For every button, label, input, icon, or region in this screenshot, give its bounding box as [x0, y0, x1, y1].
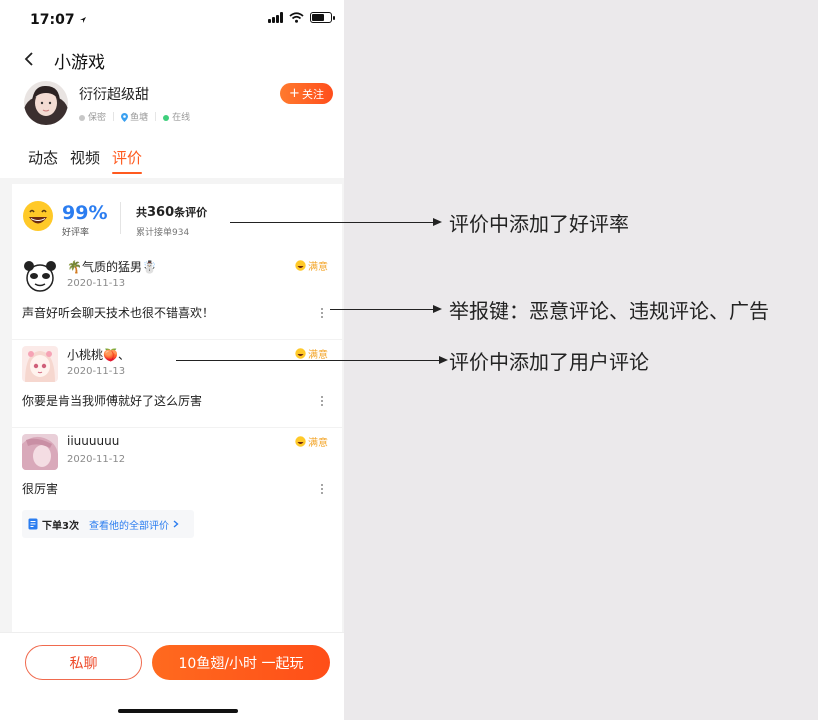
review-item: iiuuuuuu 2020-11-12 满意 很厉害 — [12, 428, 342, 516]
more-icon[interactable] — [320, 308, 324, 320]
review-date: 2020-11-12 — [67, 454, 126, 465]
annotation-arrow-icon — [433, 218, 442, 226]
reviews-panel: 99% 好评率 共360条评价 累计接单934 🌴气质的猛男☃️ 2020-11… — [12, 184, 342, 634]
annotation-line — [230, 222, 435, 223]
smile-icon — [23, 201, 53, 231]
smile-icon — [295, 348, 306, 359]
satisfied-badge: 满意 — [295, 346, 328, 361]
total-orders: 累计接单934 — [136, 228, 190, 238]
wifi-icon — [289, 12, 304, 23]
signal-icon — [268, 12, 283, 23]
gender-tag: 保密 — [79, 110, 106, 123]
profile-header: 小游戏 衍衍超级甜 保密 | 鱼塘 | 在线 + 关注 动态 视频 评价 — [0, 40, 344, 178]
plus-icon: + — [289, 86, 300, 101]
view-all-reviews-link[interactable]: 查看他的全部评价 — [89, 517, 169, 532]
annotation-line — [176, 360, 441, 361]
reviewer-avatar[interactable] — [22, 346, 58, 382]
play-together-button[interactable]: 10鱼翅/小时 一起玩 — [152, 645, 330, 680]
follow-label: 关注 — [301, 87, 324, 101]
user-avatar[interactable] — [24, 81, 68, 125]
satisfied-badge: 满意 — [295, 434, 328, 449]
chevron-right-icon — [173, 520, 179, 528]
time-text: 17:07 — [30, 12, 75, 28]
annotation-arrow-icon — [433, 305, 442, 313]
location-pin-icon — [121, 113, 129, 122]
status-time: 17:07 — [30, 12, 87, 28]
status-bar: 17:07 — [0, 0, 344, 40]
smile-icon — [295, 260, 306, 271]
annotation-arrow-icon — [439, 356, 448, 364]
user-meta: 保密 | 鱼塘 | 在线 — [79, 110, 190, 123]
home-indicator — [118, 709, 238, 713]
location-tag: 鱼塘 — [121, 110, 148, 123]
private-chat-button[interactable]: 私聊 — [25, 645, 142, 680]
review-text: 声音好听会聊天技术也很不错喜欢！ — [22, 306, 215, 320]
positive-rate-value: 99% — [62, 202, 108, 224]
location-arrow-icon — [80, 17, 87, 23]
reviewer-avatar[interactable] — [22, 434, 58, 470]
more-icon[interactable] — [320, 396, 324, 408]
annotation-line — [330, 309, 435, 310]
follow-button[interactable]: + 关注 — [280, 83, 333, 104]
order-summary[interactable]: 下单3次 查看他的全部评价 — [22, 510, 194, 538]
annotation-text: 评价中添加了好评率 — [449, 212, 629, 236]
review-text: 你要是肯当我师傅就好了这么厉害 — [22, 394, 203, 408]
tab-videos[interactable]: 视频 — [70, 147, 100, 168]
online-tag: 在线 — [163, 110, 190, 123]
status-icons — [268, 12, 335, 23]
satisfied-badge: 满意 — [295, 258, 328, 273]
positive-rate-label: 好评率 — [62, 228, 90, 238]
review-item: 小桃桃🍑、 2020-11-13 满意 你要是肯当我师傅就好了这么厉害 — [12, 340, 342, 428]
tab-dynamics[interactable]: 动态 — [28, 147, 58, 168]
reviewer-avatar[interactable] — [22, 258, 58, 294]
tab-reviews[interactable]: 评价 — [112, 147, 143, 174]
bottom-action-bar: 私聊 10鱼翅/小时 一起玩 — [0, 632, 344, 720]
gender-dot-icon — [79, 114, 85, 121]
smile-icon — [295, 436, 306, 447]
rating-divider — [120, 202, 121, 234]
user-name: 衍衍超级甜 — [79, 87, 149, 103]
review-count: 共360条评价 — [136, 205, 208, 220]
review-text: 很厉害 — [22, 482, 59, 496]
review-item: 🌴气质的猛男☃️ 2020-11-13 满意 声音好听会聊天技术也很不错喜欢！ — [12, 252, 342, 340]
profile-tabs: 动态 视频 评价 — [28, 147, 143, 174]
online-dot-icon — [163, 114, 170, 121]
reviewer-name: 小桃桃🍑、 — [67, 348, 130, 362]
annotation-text: 举报键：恶意评论、违规评论、广告 — [449, 299, 769, 323]
rating-summary: 99% 好评率 共360条评价 累计接单934 — [12, 184, 342, 250]
reviewer-name: 🌴气质的猛男☃️ — [67, 260, 157, 274]
order-count: 下单3次 — [42, 520, 79, 532]
reviewer-name: iiuuuuuu — [67, 434, 120, 448]
back-icon[interactable] — [20, 50, 38, 68]
review-date: 2020-11-13 — [67, 366, 126, 377]
review-date: 2020-11-13 — [67, 278, 126, 289]
page-title: 小游戏 — [54, 53, 105, 73]
more-icon[interactable] — [320, 484, 324, 496]
annotation-text: 评价中添加了用户评论 — [449, 350, 649, 374]
document-icon — [28, 518, 38, 530]
battery-icon — [310, 12, 335, 23]
